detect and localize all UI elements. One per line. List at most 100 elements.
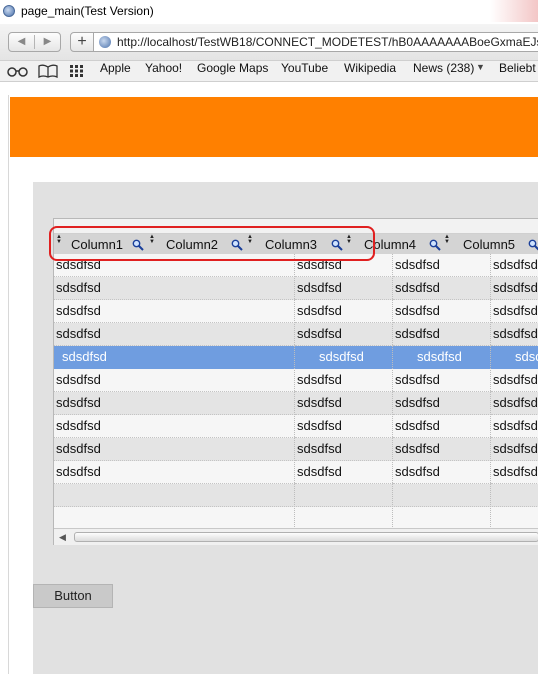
table-cell[interactable]: sdsdfsd (295, 346, 393, 369)
sort-icon[interactable]: ▲ ▼ (444, 234, 450, 245)
bookmarks-bar: Apple Yahoo! Google Maps YouTube Wikiped… (0, 61, 538, 82)
bookmark-news[interactable]: News (238) (413, 61, 474, 75)
table-cell[interactable]: sdsdfsd (491, 415, 538, 438)
table-cell[interactable]: sdsdfsd (295, 254, 393, 277)
table-cell[interactable]: sdsdfsd (393, 415, 491, 438)
bookmark-youtube[interactable]: YouTube (281, 61, 328, 75)
table-cell[interactable]: sdsdfsd (393, 254, 491, 277)
column-header-3[interactable]: ▲ ▼ Column3 (245, 234, 344, 254)
horizontal-scrollbar[interactable]: ◀ (54, 528, 538, 545)
back-button[interactable]: ◀ (9, 33, 34, 51)
table-row[interactable]: sdsdfsd sdsdfsd sdsdfsd sdsdfsd (54, 369, 538, 392)
sort-icon[interactable]: ▲ ▼ (149, 234, 155, 245)
column-header-label: Column4 (364, 237, 417, 252)
sort-icon[interactable]: ▲ ▼ (56, 234, 62, 245)
scroll-left-icon[interactable]: ◀ (59, 532, 66, 543)
table-cell[interactable]: sdsdfsd (54, 277, 295, 300)
table-cell[interactable]: sdsdfsd (491, 438, 538, 461)
bookmarks-book-icon[interactable] (38, 64, 58, 78)
table-cell[interactable]: sdsdfsd (491, 323, 538, 346)
table-row[interactable]: sdsdfsd sdsdfsd sdsdfsd sdsdfsd (54, 300, 538, 323)
table-cell[interactable]: sdsdfsd (54, 438, 295, 461)
table-cell[interactable]: sdsdfsd (54, 415, 295, 438)
table-cell[interactable]: sdsdfsd (393, 461, 491, 484)
grid-top-strip (54, 219, 538, 234)
column-header-label: Column1 (71, 237, 124, 252)
table-row[interactable]: sdsdfsd sdsdfsd sdsdfsd sdsdfsd (54, 438, 538, 461)
news-dropdown-icon[interactable]: ▼ (476, 62, 485, 72)
main-button[interactable]: Button (33, 584, 113, 608)
table-cell[interactable]: sdsdfsd (393, 277, 491, 300)
table-cell[interactable]: sdsdfsd (54, 254, 295, 277)
table-cell[interactable]: sdsdfsd (295, 392, 393, 415)
sort-icon[interactable]: ▲ ▼ (346, 234, 352, 245)
table-cell[interactable]: sdsdfsd (491, 277, 538, 300)
column-header-4[interactable]: ▲ ▼ Column4 (344, 234, 442, 254)
table-cell[interactable]: sdsdfsd (54, 346, 295, 369)
table-cell[interactable]: sdsdfsd (393, 323, 491, 346)
table-row-empty (54, 484, 538, 507)
table-cell[interactable]: sdsdfsd (54, 323, 295, 346)
globe-icon (3, 5, 15, 17)
column-header-5[interactable]: ▲ ▼ Column5 (442, 234, 538, 254)
bookmark-apple[interactable]: Apple (100, 61, 131, 75)
address-bar[interactable]: http://localhost/TestWB18/CONNECT_MODETE… (94, 32, 538, 52)
search-icon[interactable] (132, 239, 144, 251)
table-row[interactable]: sdsdfsd sdsdfsd sdsdfsd sdsdfsd (54, 277, 538, 300)
grid-header-row: ▲ ▼ Column1 ▲ ▼ Column2 ▲ ▼ Column3 ▲ ▼ … (54, 234, 538, 254)
bookmark-wikipedia[interactable]: Wikipedia (344, 61, 396, 75)
table-cell[interactable]: sdsdfsd (295, 415, 393, 438)
table-cell[interactable]: sdsdfsd (295, 461, 393, 484)
table-cell[interactable]: sdsdfsd (54, 369, 295, 392)
table-cell[interactable]: sdsdfsd (393, 438, 491, 461)
empty-cell (54, 484, 538, 507)
sort-icon[interactable]: ▲ ▼ (247, 234, 253, 245)
column-header-2[interactable]: ▲ ▼ Column2 (147, 234, 245, 254)
bookmark-beliebt[interactable]: Beliebt (499, 61, 536, 75)
orange-banner (10, 97, 538, 157)
table-cell[interactable]: sdsdfsd (393, 392, 491, 415)
top-sites-grid-icon[interactable] (70, 65, 84, 77)
search-icon[interactable] (231, 239, 243, 251)
table-cell[interactable]: sdsdfsd (393, 300, 491, 323)
add-bookmark-button[interactable]: + (70, 32, 94, 52)
table-cell[interactable]: sdsdfsd (491, 254, 538, 277)
reading-list-icon[interactable] (6, 65, 30, 77)
table-cell[interactable]: sdsdfsd (393, 346, 491, 369)
bookmark-google-maps[interactable]: Google Maps (197, 61, 268, 75)
forward-button[interactable]: ▶ (35, 33, 60, 51)
table-cell[interactable]: sdsdfsd (54, 392, 295, 415)
table-cell[interactable]: sdsdfsd (295, 438, 393, 461)
page-frame-border (8, 95, 9, 674)
scrollbar-thumb[interactable] (74, 532, 538, 542)
window-title: page_main(Test Version) (21, 4, 154, 18)
table-cell[interactable]: sdsdfsd (295, 369, 393, 392)
table-row-selected[interactable]: sdsdfsd sdsdfsd sdsdfsd sdsd (54, 346, 538, 369)
table-cell[interactable]: sdsdfsd (491, 300, 538, 323)
search-icon[interactable] (528, 239, 538, 251)
table-cell[interactable]: sdsdfsd (295, 277, 393, 300)
page-area: ▲ ▼ Column1 ▲ ▼ Column2 ▲ ▼ Column3 ▲ ▼ … (0, 82, 538, 674)
nav-buttons: ◀ ▶ (8, 32, 61, 52)
table-row[interactable]: sdsdfsd sdsdfsd sdsdfsd sdsdfsd (54, 415, 538, 438)
table-row[interactable]: sdsdfsd sdsdfsd sdsdfsd sdsdfsd (54, 254, 538, 277)
table-cell[interactable]: sdsdfsd (491, 369, 538, 392)
table-cell[interactable]: sdsdfsd (491, 461, 538, 484)
table-cell[interactable]: sdsdfsd (491, 392, 538, 415)
table-cell[interactable]: sdsdfsd (54, 300, 295, 323)
column-divider (392, 254, 393, 544)
table-row[interactable]: sdsdfsd sdsdfsd sdsdfsd sdsdfsd (54, 323, 538, 346)
bookmark-yahoo[interactable]: Yahoo! (145, 61, 182, 75)
search-icon[interactable] (331, 239, 343, 251)
table-row[interactable]: sdsdfsd sdsdfsd sdsdfsd sdsdfsd (54, 392, 538, 415)
table-cell[interactable]: sdsdfsd (393, 369, 491, 392)
search-icon[interactable] (429, 239, 441, 251)
table-cell[interactable]: sdsdfsd (295, 300, 393, 323)
column-header-1[interactable]: ▲ ▼ Column1 (54, 234, 147, 254)
table-row[interactable]: sdsdfsd sdsdfsd sdsdfsd sdsdfsd (54, 461, 538, 484)
column-header-label: Column5 (463, 237, 516, 252)
table-cell[interactable]: sdsd (491, 346, 538, 369)
table-cell[interactable]: sdsdfsd (54, 461, 295, 484)
table-cell[interactable]: sdsdfsd (295, 323, 393, 346)
column-divider (490, 254, 491, 544)
